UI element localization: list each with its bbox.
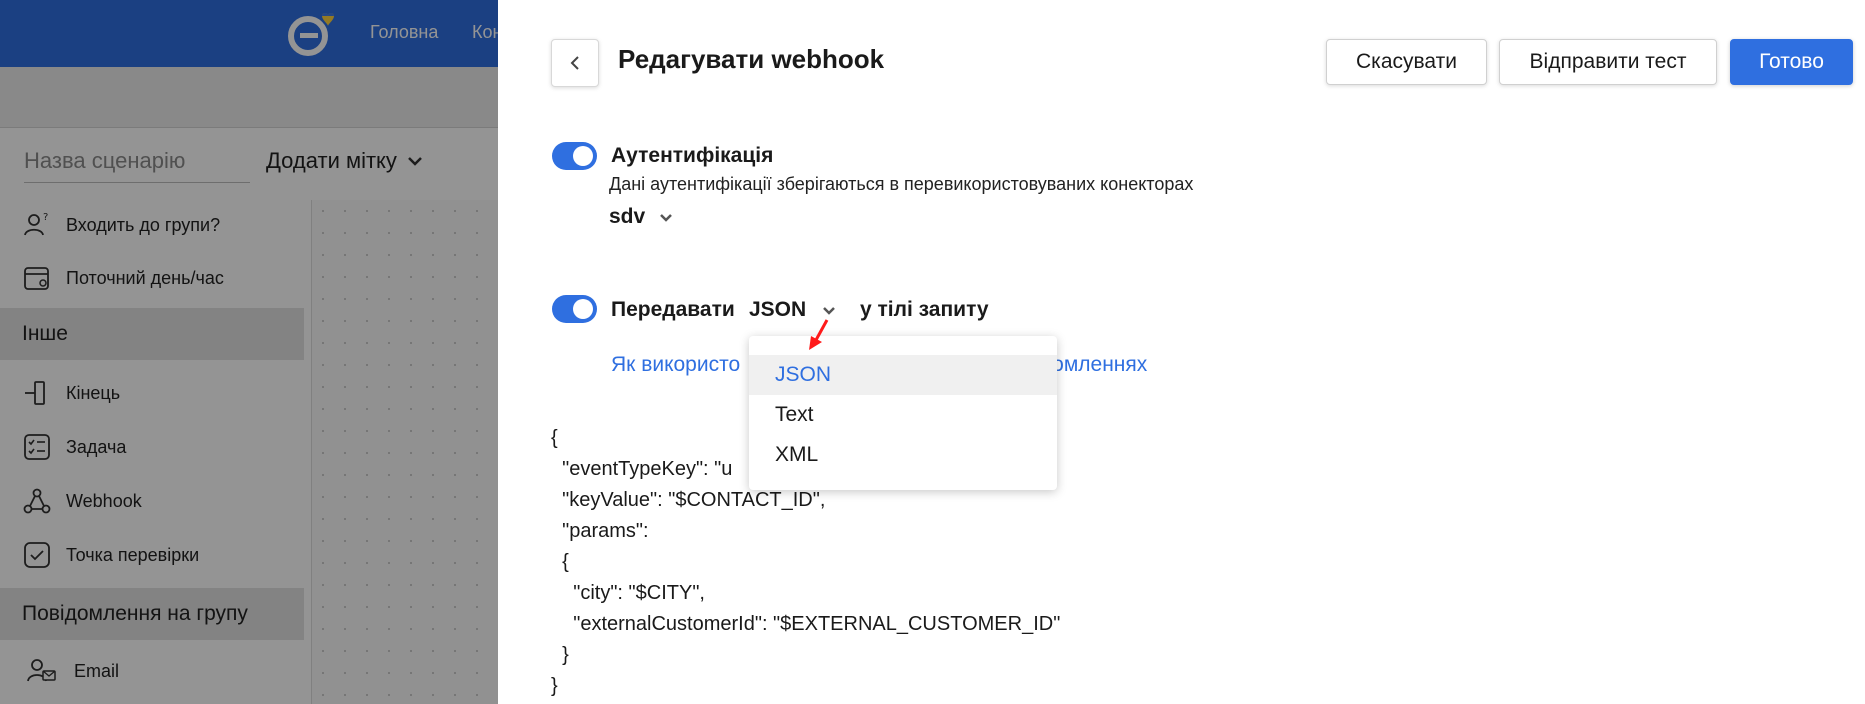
- done-button[interactable]: Готово: [1730, 39, 1853, 85]
- code-line: {: [551, 551, 569, 573]
- format-option-xml[interactable]: XML: [749, 435, 1057, 475]
- auth-description: Дані аутентифікації зберігаються в перев…: [609, 174, 1194, 194]
- format-selected-value: JSON: [749, 298, 807, 321]
- edit-webhook-panel: Редагувати webhook Скасувати Відправити …: [498, 0, 1865, 704]
- code-line: "params":: [551, 520, 649, 542]
- code-line: }: [551, 675, 558, 697]
- format-option-json[interactable]: JSON: [749, 355, 1057, 395]
- code-line: "externalCustomerId": "$EXTERNAL_CUSTOME…: [551, 613, 1061, 635]
- help-link-end: омленнях: [1052, 353, 1148, 376]
- cancel-button[interactable]: Скасувати: [1326, 39, 1487, 85]
- format-option-text[interactable]: Text: [749, 395, 1057, 435]
- chevron-left-icon: [570, 56, 579, 70]
- send-test-button[interactable]: Відправити тест: [1499, 39, 1717, 85]
- connector-selected-value: sdv: [609, 205, 646, 228]
- auth-toggle[interactable]: [552, 142, 597, 170]
- code-line: "city": "$CITY",: [551, 582, 705, 604]
- help-link-start: Як використо: [611, 353, 741, 376]
- format-dropdown-menu: JSON Text XML: [749, 336, 1057, 490]
- page-title: Редагувати webhook: [618, 44, 885, 74]
- code-line: }: [551, 644, 569, 666]
- pointer-arrow-icon: [809, 319, 829, 350]
- body-toggle[interactable]: [552, 295, 597, 323]
- modal-overlay[interactable]: [0, 0, 498, 704]
- auth-label: Аутентифікація: [611, 144, 774, 167]
- chevron-down-icon: [660, 213, 673, 222]
- chevron-down-icon: [823, 306, 836, 315]
- background-app: Головна Кон Назва сценарію Додати мітку …: [0, 0, 498, 704]
- connector-select[interactable]: sdv: [609, 205, 673, 229]
- back-button[interactable]: [551, 39, 599, 87]
- body-prefix-label: Передавати: [611, 298, 735, 321]
- body-suffix-label: у тілі запиту: [860, 298, 989, 321]
